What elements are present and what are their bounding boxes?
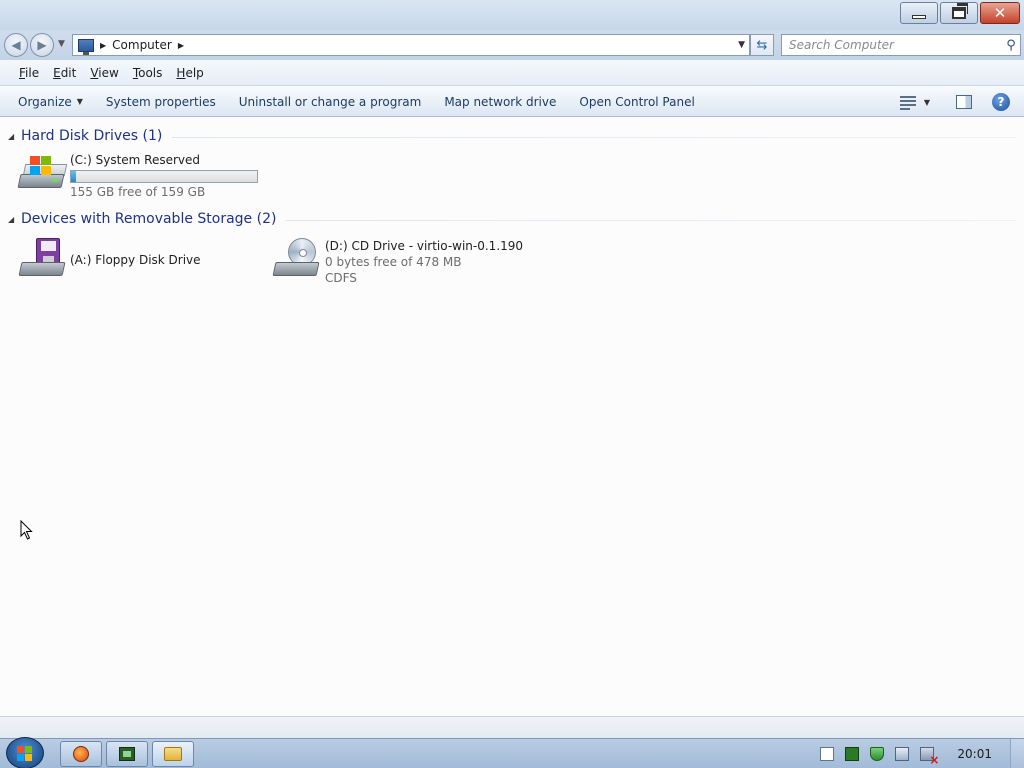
menu-edit[interactable]: Edit: [46, 66, 83, 80]
menu-view-label: iew: [98, 65, 119, 80]
forward-button[interactable]: ▶: [30, 33, 54, 57]
computer-icon: [78, 38, 94, 55]
menu-tools[interactable]: Tools: [126, 66, 170, 80]
group-title-removable-storage: Devices with Removable Storage (2): [21, 211, 277, 227]
file-list-view: ◢ Hard Disk Drives (1) (C:) System Reser…: [0, 118, 1024, 716]
shield-icon[interactable]: [870, 747, 885, 761]
taskbar-explorer[interactable]: [152, 741, 194, 767]
menu-tools-label: ools: [138, 65, 163, 80]
drive-name: (C:) System Reserved: [70, 153, 201, 167]
refresh-button[interactable]: ⇆: [750, 34, 774, 56]
restore-icon: [952, 3, 968, 19]
help-icon[interactable]: ?: [992, 93, 1010, 111]
forward-arrow-icon: ▶: [37, 38, 47, 52]
hard-drive-icon: [16, 152, 68, 200]
group-removable-storage[interactable]: ◢ Devices with Removable Storage (2): [8, 211, 1016, 227]
firefox-icon: [73, 746, 89, 762]
recent-pages-dropdown[interactable]: ▼: [58, 39, 65, 49]
back-arrow-icon: ◀: [11, 38, 21, 52]
address-bar[interactable]: ▶ Computer ▶ ▼: [72, 34, 750, 56]
close-button[interactable]: ✕: [980, 2, 1020, 24]
close-icon: ✕: [993, 4, 1007, 22]
breadcrumb-computer[interactable]: Computer: [112, 38, 172, 52]
windows-logo-icon: [17, 745, 33, 761]
group-divider: [172, 136, 1016, 138]
breadcrumb-chevron-icon[interactable]: ▶: [100, 41, 106, 50]
view-options-dropdown-icon[interactable]: ▼: [924, 98, 930, 107]
uninstall-program-button[interactable]: Uninstall or change a program: [232, 91, 429, 113]
vm-tray-icon[interactable]: [845, 747, 860, 761]
minimize-button[interactable]: [900, 2, 938, 24]
show-desktop-button[interactable]: [1010, 739, 1024, 768]
system-properties-button[interactable]: System properties: [99, 91, 223, 113]
group-hard-disk-drives[interactable]: ◢ Hard Disk Drives (1): [8, 128, 1016, 144]
folder-icon: [164, 747, 182, 761]
drive-c[interactable]: (C:) System Reserved 155 GB free of 159 …: [16, 152, 258, 200]
search-icon[interactable]: ⚲: [1002, 38, 1020, 53]
capacity-bar-fill: [71, 171, 76, 182]
preview-pane-icon[interactable]: [956, 95, 972, 109]
menu-bar: File Edit View Tools Help: [0, 60, 1024, 86]
drive-a[interactable]: (A:) Floppy Disk Drive: [16, 238, 201, 286]
menu-help-label: elp: [185, 65, 204, 80]
group-title-hard-disk-drives: Hard Disk Drives (1): [21, 128, 163, 144]
menu-edit-accel: E: [53, 65, 61, 80]
search-input[interactable]: [782, 38, 1002, 52]
window-controls: ✕: [898, 2, 1020, 24]
capacity-bar: [70, 170, 258, 183]
details-pane: [0, 716, 1024, 738]
menu-file[interactable]: File: [12, 66, 46, 80]
network-icon[interactable]: [895, 747, 910, 761]
drive-a-details: (A:) Floppy Disk Drive: [70, 238, 201, 286]
minimize-icon: [912, 15, 926, 19]
address-dropdown-icon[interactable]: ▼: [738, 40, 745, 50]
back-button[interactable]: ◀: [4, 33, 28, 57]
drive-d[interactable]: (D:) CD Drive - virtio-win-0.1.190 0 byt…: [270, 238, 523, 286]
restore-button[interactable]: [940, 2, 978, 24]
drive-free-space: 0 bytes free of 478 MB: [325, 255, 462, 269]
search-box[interactable]: ⚲: [781, 34, 1021, 56]
cd-drive-icon: [270, 238, 322, 286]
drive-name: (A:) Floppy Disk Drive: [70, 253, 201, 267]
floppy-drive-icon: [16, 238, 68, 286]
breadcrumb-chevron-icon[interactable]: ▶: [178, 41, 184, 50]
taskbar-virtual-machine[interactable]: [106, 741, 148, 767]
virtual-machine-icon: [119, 747, 135, 761]
menu-edit-label: dit: [60, 65, 77, 80]
organize-button[interactable]: Organize ▼: [11, 91, 90, 113]
command-bar-right: ▼ ?: [899, 87, 1024, 117]
navigation-bar: ◀ ▶ ▼ ▶ Computer ▶ ▼ ⇆ ⚲: [0, 30, 1024, 60]
change-view-icon[interactable]: [899, 95, 916, 110]
taskbar: 20:01: [0, 737, 1024, 768]
command-bar: Organize ▼ System properties Uninstall or…: [0, 87, 1024, 117]
collapse-triangle-icon[interactable]: ◢: [8, 132, 21, 141]
open-control-panel-button[interactable]: Open Control Panel: [572, 91, 701, 113]
taskbar-firefox[interactable]: [60, 741, 102, 767]
clock[interactable]: 20:01: [957, 747, 992, 761]
refresh-icon: ⇆: [756, 37, 768, 53]
start-button[interactable]: [6, 737, 44, 768]
volume-muted-icon[interactable]: [920, 747, 939, 767]
drive-file-system: CDFS: [325, 271, 357, 285]
system-tray: 20:01: [820, 739, 1024, 768]
map-network-drive-button[interactable]: Map network drive: [437, 91, 563, 113]
organize-dropdown-icon: ▼: [76, 97, 83, 106]
title-bar: ✕: [0, 0, 1024, 30]
document-icon[interactable]: [820, 747, 835, 761]
menu-view[interactable]: View: [83, 66, 125, 80]
menu-help[interactable]: Help: [169, 66, 210, 80]
collapse-triangle-icon[interactable]: ◢: [8, 215, 21, 224]
drive-name: (D:) CD Drive - virtio-win-0.1.190: [325, 239, 524, 253]
drive-d-details: (D:) CD Drive - virtio-win-0.1.190 0 byt…: [325, 238, 523, 286]
group-divider: [286, 219, 1016, 221]
drive-free-space: 155 GB free of 159 GB: [70, 185, 206, 199]
drive-c-details: (C:) System Reserved 155 GB free of 159 …: [70, 152, 258, 200]
menu-file-label: ile: [25, 65, 40, 80]
organize-label: Organize: [18, 94, 72, 109]
